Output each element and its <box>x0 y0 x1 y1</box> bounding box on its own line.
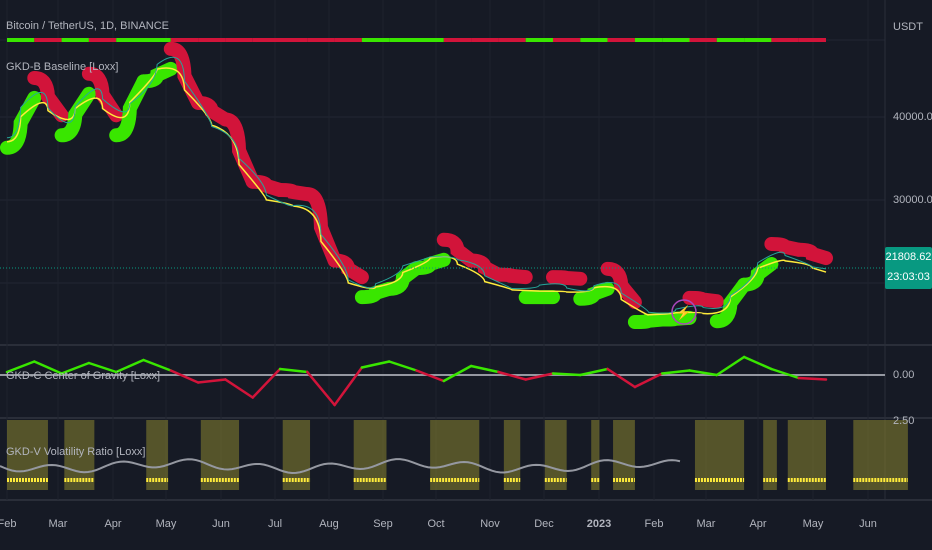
trend-bar-segment <box>88 38 117 42</box>
vol-legend[interactable]: GKD-V Volatility Ratio [Loxx] <box>6 446 145 458</box>
x-tick-label: Feb <box>0 518 16 530</box>
trend-bar-segment <box>716 38 745 42</box>
cog-tick: 0.00 <box>893 369 915 381</box>
last-price-tag: 21808.62 23:03:03 <box>885 247 932 289</box>
x-tick-label: Apr <box>104 518 121 530</box>
chart-canvas[interactable]: Feb Mar Apr May Jun Jul Aug Sep Oct Nov Dec 2023 Feb… <box>0 0 932 550</box>
cog-line-segment <box>770 367 800 380</box>
trend-bar-segment <box>252 38 280 42</box>
cog-line-segment <box>333 366 364 407</box>
trend-bar-segment <box>607 38 635 42</box>
x-tick-label: May <box>156 518 177 530</box>
x-tick-label: Dec <box>534 518 554 530</box>
baseline-band <box>682 290 724 309</box>
baseline-band <box>791 242 833 266</box>
baseline-band <box>327 253 369 285</box>
volatility-line <box>0 458 681 474</box>
cog-line-segment <box>224 378 254 399</box>
cog-line-segment <box>142 358 173 372</box>
trend-bar-segment <box>116 38 144 42</box>
trend-bar-segment <box>225 38 253 42</box>
x-tick-label: Sep <box>373 518 393 530</box>
x-tick-label: Jun <box>859 518 877 530</box>
last-price: 21808.62 <box>885 251 932 263</box>
trend-bar-segment <box>553 38 581 42</box>
trend-bar-segment <box>389 38 417 42</box>
cog-line-segment <box>660 369 691 375</box>
trend-bar-segment <box>416 38 444 42</box>
x-tick-label: 2023 <box>587 518 611 530</box>
cog-line-segment <box>715 355 746 377</box>
trend-bar-segment <box>34 38 62 42</box>
trend-bar-segment <box>7 38 35 42</box>
x-tick-label: Oct <box>427 518 444 530</box>
cog-line-segment <box>251 367 282 399</box>
trend-bar-segment <box>361 38 390 42</box>
trend-bar-segment <box>198 38 226 42</box>
x-tick-label: May <box>803 518 824 530</box>
trend-bar-segment <box>307 38 335 42</box>
lightning-icon: ⚡ <box>676 305 692 321</box>
trend-bar-segment <box>798 38 826 42</box>
trend-bar-segment <box>471 38 499 42</box>
price-tick: 40000.00 <box>893 111 932 123</box>
trend-bar-segment <box>143 38 171 42</box>
x-tick-label: Apr <box>749 518 766 530</box>
baseline-band <box>409 252 451 276</box>
vol-tick: 2.50 <box>893 415 915 427</box>
cog-line-segment <box>169 369 200 384</box>
cog-line-segment <box>387 360 418 372</box>
trend-bar-segment <box>689 38 717 42</box>
symbol-title[interactable]: Bitcoin / TetherUS, 1D, BINANCE <box>6 20 169 32</box>
x-tick-label: Aug <box>319 518 339 530</box>
baseline-band <box>546 270 588 286</box>
trend-bar-segment <box>498 38 526 42</box>
cog-line-segment <box>306 370 336 407</box>
trend-bar-segment <box>580 38 608 42</box>
trend-bar-segment <box>334 38 362 42</box>
x-tick-label: Jul <box>268 518 282 530</box>
price-tick: 30000.00 <box>893 194 932 206</box>
cog-legend[interactable]: GKD-C Center of Gravity [Loxx] <box>6 370 160 382</box>
x-tick-label: Mar <box>697 518 716 530</box>
baseline-band <box>573 281 615 306</box>
chart-root: Feb Mar Apr May Jun Jul Aug Sep Oct Nov Dec 2023 Feb… <box>0 0 932 550</box>
cog-line-segment <box>442 364 473 383</box>
x-tick-label: Nov <box>480 518 500 530</box>
trend-bar-segment <box>525 38 553 42</box>
trend-bar-segment <box>634 38 663 42</box>
trend-bar-segment <box>280 38 308 42</box>
cog-line-segment <box>797 376 828 381</box>
cog-line-segment <box>469 364 500 374</box>
bar-countdown: 23:03:03 <box>887 271 930 283</box>
baseline-legend[interactable]: GKD-B Baseline [Loxx] <box>6 61 119 73</box>
trend-bar-segment <box>744 38 772 42</box>
cog-line-segment <box>606 367 637 389</box>
cog-line-segment <box>278 367 309 374</box>
trend-bar-segment <box>443 38 472 42</box>
baseline-band <box>218 112 260 189</box>
currency-label: USDT <box>893 21 923 33</box>
cog-line-segment <box>360 360 391 369</box>
x-tick-label: Jun <box>212 518 230 530</box>
x-tick-label: Mar <box>49 518 68 530</box>
trend-bar-segment <box>662 38 690 42</box>
trend-bar-segment <box>170 38 199 42</box>
trend-bar-segment <box>771 38 799 42</box>
baseline-band <box>491 267 533 285</box>
trend-bar-segment <box>61 38 89 42</box>
baseline-band <box>300 187 342 268</box>
cog-line-segment <box>551 372 582 377</box>
x-tick-label: Feb <box>645 518 664 530</box>
